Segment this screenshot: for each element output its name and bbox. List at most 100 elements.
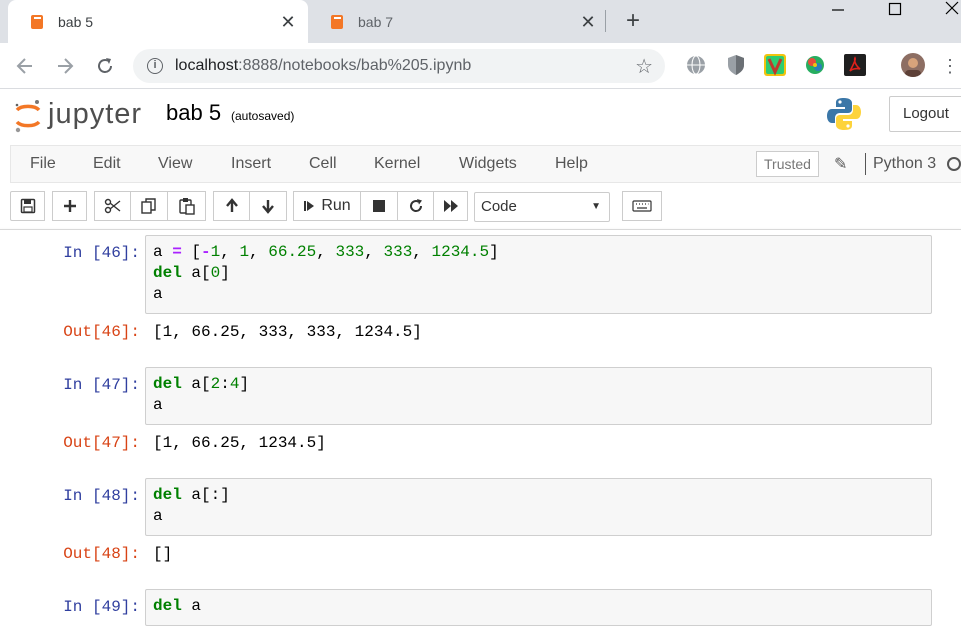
notebook-menubar: File Edit View Insert Cell Kernel Widget… bbox=[10, 145, 961, 183]
menu-edit[interactable]: Edit bbox=[93, 155, 121, 173]
code-text: : bbox=[220, 375, 230, 393]
browser-tab-inactive[interactable]: bab 7 ✕ bbox=[308, 0, 608, 43]
forward-arrow-icon[interactable] bbox=[54, 55, 76, 77]
run-label: Run bbox=[321, 197, 351, 214]
globe-extension-icon[interactable] bbox=[684, 53, 708, 77]
new-tab-icon[interactable]: + bbox=[622, 9, 644, 33]
out-prompt: Out[46]: bbox=[63, 323, 140, 341]
python-logo-icon bbox=[826, 96, 862, 132]
edit-pencil-icon[interactable]: ✎ bbox=[834, 154, 847, 174]
insert-cell-button[interactable] bbox=[52, 191, 87, 221]
arrow-up-icon bbox=[225, 198, 238, 212]
maximize-window-icon[interactable] bbox=[875, 0, 915, 20]
code-number: 333 bbox=[335, 243, 365, 261]
close-tab-icon[interactable]: ✕ bbox=[280, 13, 296, 31]
code-line: a bbox=[153, 395, 924, 416]
code-line: del a[2:4] bbox=[153, 374, 924, 395]
reload-icon[interactable] bbox=[94, 55, 116, 77]
browser-menu-icon[interactable]: ⋮ bbox=[940, 55, 960, 77]
back-arrow-icon[interactable] bbox=[14, 55, 36, 77]
stop-icon bbox=[373, 200, 385, 212]
cell-output: [] bbox=[153, 545, 173, 563]
restart-kernel-button[interactable] bbox=[397, 191, 434, 221]
kernel-name[interactable]: Python 3 bbox=[873, 155, 936, 173]
menu-view[interactable]: View bbox=[158, 155, 192, 173]
code-text: , bbox=[412, 243, 432, 261]
interrupt-kernel-button[interactable] bbox=[360, 191, 398, 221]
notebook-container: In [46]: a = [-1, 1, 66.25, 333, 333, 12… bbox=[0, 230, 961, 636]
out-prompt: Out[47]: bbox=[63, 434, 140, 452]
notebook-name[interactable]: bab 5 bbox=[166, 100, 221, 126]
menu-file[interactable]: File bbox=[30, 155, 56, 173]
shield-extension-icon[interactable] bbox=[724, 53, 748, 77]
scissors-icon bbox=[104, 198, 120, 214]
fast-forward-icon bbox=[443, 200, 458, 212]
jupyter-header: jupyter bab 5 (autosaved) Logout bbox=[0, 90, 961, 144]
code-keyword: del bbox=[153, 597, 182, 615]
cell-type-value: Code bbox=[481, 198, 517, 215]
url-omnibox[interactable]: i localhost:8888/notebooks/bab%205.ipynb… bbox=[133, 49, 665, 83]
browser-tab-bar: bab 5 ✕ bab 7 ✕ + bbox=[0, 0, 961, 43]
code-text: a bbox=[153, 243, 173, 261]
jupyter-mark-icon bbox=[14, 99, 42, 132]
code-operator: - bbox=[201, 243, 211, 261]
url-path: :8888/notebooks/bab%205.ipynb bbox=[238, 57, 472, 74]
code-text: , bbox=[220, 243, 240, 261]
code-cell-input[interactable]: a = [-1, 1, 66.25, 333, 333, 1234.5] del … bbox=[145, 235, 932, 314]
save-button[interactable] bbox=[10, 191, 45, 221]
menu-widgets[interactable]: Widgets bbox=[459, 155, 517, 173]
move-down-button[interactable] bbox=[249, 191, 287, 221]
code-cell-input[interactable]: del a bbox=[145, 589, 932, 626]
site-info-icon[interactable]: i bbox=[147, 58, 163, 74]
code-text: a bbox=[153, 507, 163, 525]
jupyter-wordmark: jupyter bbox=[48, 98, 143, 130]
code-text: a bbox=[153, 285, 163, 303]
vimium-extension-icon[interactable] bbox=[763, 53, 787, 77]
close-tab-icon[interactable]: ✕ bbox=[580, 13, 596, 31]
minimize-window-icon[interactable] bbox=[818, 0, 858, 20]
kernel-idle-indicator-icon bbox=[947, 157, 961, 171]
close-window-icon[interactable] bbox=[932, 0, 961, 20]
in-prompt: In [47]: bbox=[63, 376, 140, 394]
plus-icon bbox=[63, 200, 76, 212]
code-line: del a bbox=[153, 596, 924, 617]
move-up-button[interactable] bbox=[213, 191, 250, 221]
menu-kernel[interactable]: Kernel bbox=[374, 155, 420, 173]
cut-cells-button[interactable] bbox=[94, 191, 131, 221]
trusted-indicator[interactable]: Trusted bbox=[756, 151, 819, 177]
profile-avatar[interactable] bbox=[901, 53, 925, 77]
browser-tab-active[interactable]: bab 5 ✕ bbox=[8, 0, 308, 43]
code-text: ] bbox=[489, 243, 499, 261]
step-forward-icon bbox=[304, 201, 315, 211]
pdf-extension-icon[interactable] bbox=[843, 53, 867, 77]
bookmark-star-icon[interactable]: ☆ bbox=[635, 54, 653, 79]
colorful-extension-icon[interactable] bbox=[803, 53, 827, 77]
jupyter-logo[interactable]: jupyter bbox=[14, 98, 143, 132]
code-line: del a[0] bbox=[153, 263, 924, 284]
paste-cells-button[interactable] bbox=[167, 191, 206, 221]
code-line: a = [-1, 1, 66.25, 333, 333, 1234.5] bbox=[153, 242, 924, 263]
code-number: 1 bbox=[239, 243, 250, 261]
menu-help[interactable]: Help bbox=[555, 155, 588, 173]
save-icon bbox=[20, 198, 35, 214]
code-text: [ bbox=[181, 243, 202, 261]
menu-insert[interactable]: Insert bbox=[231, 155, 271, 173]
code-line: del a[:] bbox=[153, 485, 924, 506]
notebook-toolbar: Run Code ▼ bbox=[0, 187, 961, 227]
code-cell-input[interactable]: del a[2:4] a bbox=[145, 367, 932, 425]
restart-run-all-button[interactable] bbox=[433, 191, 468, 221]
tab-separator bbox=[605, 10, 606, 32]
code-cell-input[interactable]: del a[:] a bbox=[145, 478, 932, 536]
run-button[interactable]: Run bbox=[293, 191, 361, 221]
command-palette-button[interactable] bbox=[622, 191, 662, 221]
copy-icon bbox=[141, 198, 156, 214]
url-host: localhost bbox=[175, 57, 239, 74]
code-text: ] bbox=[239, 375, 250, 393]
notebook-favicon-icon bbox=[330, 14, 344, 30]
logout-button[interactable]: Logout bbox=[889, 96, 961, 132]
menu-cell[interactable]: Cell bbox=[309, 155, 337, 173]
code-text: a[ bbox=[181, 375, 211, 393]
browser-address-bar: i localhost:8888/notebooks/bab%205.ipynb… bbox=[0, 43, 961, 89]
copy-cells-button[interactable] bbox=[130, 191, 168, 221]
cell-type-select[interactable]: Code ▼ bbox=[474, 192, 610, 222]
